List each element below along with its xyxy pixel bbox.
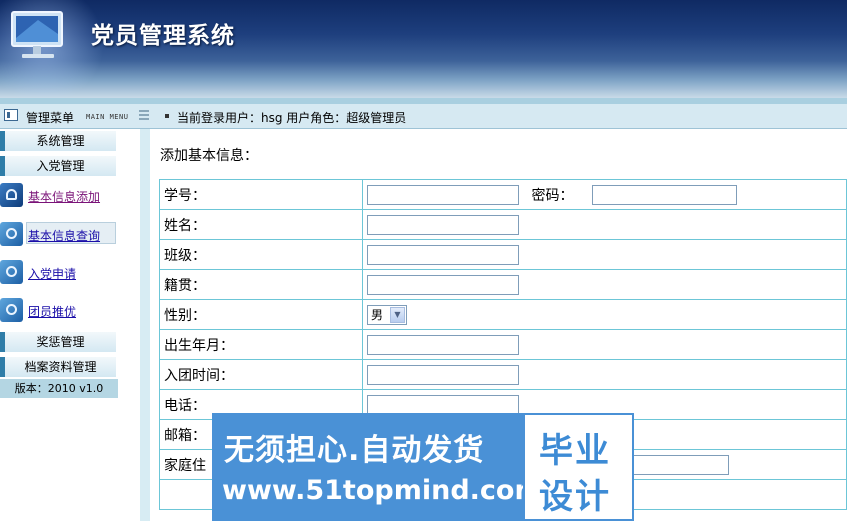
watermark-logo-box: 毕业 设计	[523, 413, 634, 521]
gender-select[interactable]: 男 ▼	[367, 304, 407, 325]
gender-label: 性别：	[159, 299, 363, 330]
form-row-name: 姓名：	[159, 209, 847, 240]
sidebar: 系统管理 入党管理 基本信息添加 基本信息查询 入党申请 团员推优 奖惩管理 档…	[0, 129, 140, 521]
app-title: 党员管理系统	[91, 22, 235, 49]
class-label: 班级：	[159, 239, 363, 270]
top-navbar: 管理菜单 MAIN MENU 当前登录用户：hsg 用户角色：超级管理员	[0, 104, 847, 129]
menu-en-label: MAIN MENU	[86, 113, 129, 121]
form-row-native-place: 籍贯：	[159, 269, 847, 300]
menu-toggle-icon[interactable]	[139, 110, 149, 120]
sidebar-item-party-application[interactable]: 入党申请	[0, 260, 118, 286]
gear-icon	[0, 222, 23, 246]
phone-input[interactable]	[367, 394, 519, 415]
current-user-info: 当前登录用户：hsg 用户角色：超级管理员	[177, 111, 407, 125]
menu-label: 管理菜单	[26, 111, 75, 125]
password-input[interactable]	[591, 184, 737, 205]
sidebar-section-system[interactable]: 系统管理	[0, 131, 116, 151]
form-row-student-id: 学号： 密码：	[159, 179, 847, 210]
student-id-cell: 密码：	[362, 179, 847, 210]
header-banner: 党员管理系统	[0, 0, 847, 98]
version-label: 版本：2010 v1.0	[0, 379, 118, 398]
student-id-input[interactable]	[367, 184, 519, 205]
page-title: 添加基本信息：	[160, 148, 258, 164]
bullet-icon	[165, 114, 169, 118]
watermark-banner: 无须担心.自动发货 www.51topmind.com 毕业 设计	[212, 413, 634, 521]
sidebar-item-label[interactable]: 基本信息添加	[28, 188, 100, 205]
sidebar-section-party[interactable]: 入党管理	[0, 156, 116, 176]
native-place-label: 籍贯：	[159, 269, 363, 300]
watermark-slogan: 无须担心.自动发货	[224, 433, 485, 468]
menu-icon	[4, 109, 18, 121]
name-label: 姓名：	[159, 209, 363, 240]
watermark-box-line2: 设计	[539, 477, 611, 517]
form-row-birth: 出生年月：	[159, 329, 847, 360]
name-input[interactable]	[367, 214, 519, 235]
gear-icon	[0, 260, 23, 284]
person-icon	[0, 183, 23, 207]
sidebar-item-basic-info-query[interactable]: 基本信息查询	[0, 222, 118, 248]
password-label: 密码：	[531, 187, 574, 204]
sidebar-item-label[interactable]: 基本信息查询	[28, 227, 100, 244]
watermark-box-line1: 毕业	[539, 431, 611, 471]
sidebar-section-rewards[interactable]: 奖惩管理	[0, 332, 116, 352]
sidebar-item-label[interactable]: 入党申请	[28, 265, 76, 282]
sidebar-item-label[interactable]: 团员推优	[28, 303, 76, 320]
student-id-label: 学号：	[159, 179, 363, 210]
league-date-input[interactable]	[367, 364, 519, 385]
form-row-class: 班级：	[159, 239, 847, 270]
chevron-down-icon[interactable]: ▼	[390, 306, 405, 323]
form-row-league-date: 入团时间：	[159, 359, 847, 390]
gear-icon	[0, 298, 23, 322]
gender-select-value: 男	[371, 307, 384, 322]
monitor-icon	[11, 11, 63, 58]
league-date-label: 入团时间：	[159, 359, 363, 390]
class-input[interactable]	[367, 244, 519, 265]
birth-input[interactable]	[367, 334, 519, 355]
sidebar-item-league-recommend[interactable]: 团员推优	[0, 298, 118, 324]
birth-label: 出生年月：	[159, 329, 363, 360]
watermark-url: www.51topmind.com	[222, 475, 543, 506]
native-place-input[interactable]	[367, 274, 519, 295]
sidebar-section-archives[interactable]: 档案资料管理	[0, 357, 116, 377]
form-row-gender: 性别： 男 ▼	[159, 299, 847, 330]
sidebar-item-basic-info-add[interactable]: 基本信息添加	[0, 183, 118, 209]
sidebar-divider	[140, 129, 150, 521]
